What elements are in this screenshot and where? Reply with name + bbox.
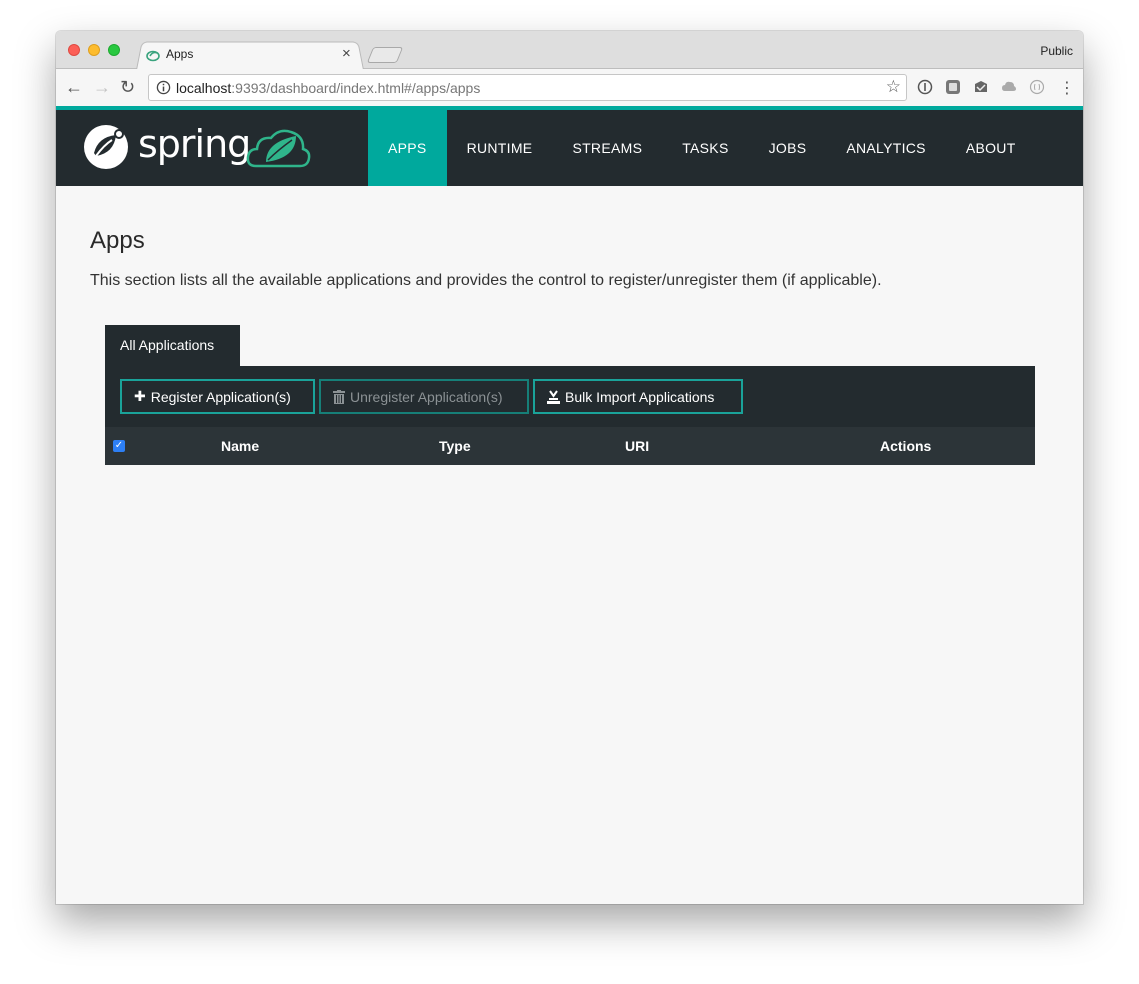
unregister-application-label: Unregister Application(s) — [350, 388, 503, 405]
new-tab-button[interactable] — [366, 47, 404, 63]
extension-pocket-icon[interactable] — [945, 79, 961, 95]
spring-logo[interactable]: spring — [82, 120, 322, 176]
minimize-window-button[interactable] — [88, 44, 100, 56]
bookmark-star-icon[interactable]: ☆ — [886, 77, 901, 97]
nav-item-analytics[interactable]: ANALYTICS — [826, 110, 945, 186]
info-icon[interactable] — [156, 80, 171, 95]
extension-cloud-icon[interactable] — [1001, 79, 1017, 95]
close-window-button[interactable] — [68, 44, 80, 56]
tab-close-icon[interactable]: × — [342, 45, 351, 62]
main-nav: APPS RUNTIME STREAMS TASKS JOBS ANALYTIC… — [368, 110, 1036, 186]
nav-item-runtime[interactable]: RUNTIME — [447, 110, 553, 186]
applications-table-header: ✓ Name Type URI Actions — [105, 427, 1035, 465]
bulk-import-label: Bulk Import Applications — [565, 388, 715, 405]
nav-item-about[interactable]: ABOUT — [946, 110, 1036, 186]
url-text[interactable]: localhost:9393/dashboard/index.html#/app… — [176, 80, 480, 96]
spring-favicon-icon — [146, 50, 160, 62]
column-header-type[interactable]: Type — [439, 438, 471, 454]
extension-mail-icon[interactable] — [973, 79, 989, 95]
import-icon — [547, 389, 560, 404]
browser-window: Apps × Public ← → ↻ localhost:9393/dashb… — [56, 31, 1083, 904]
unregister-application-button[interactable]: Unregister Application(s) — [319, 379, 529, 414]
nav-item-jobs[interactable]: JOBS — [749, 110, 827, 186]
nav-item-tasks[interactable]: TASKS — [662, 110, 748, 186]
register-application-label: Register Application(s) — [150, 388, 291, 405]
tab-strip: Apps × Public — [56, 31, 1083, 70]
page-description: This section lists all the available app… — [90, 272, 882, 289]
spring-cloud-leaf-icon — [246, 129, 311, 168]
extension-info-icon[interactable] — [917, 79, 933, 95]
browser-tab-content[interactable]: Apps × — [144, 40, 366, 70]
nav-item-streams[interactable]: STREAMS — [552, 110, 662, 186]
trash-icon — [333, 389, 345, 404]
browser-toolbar: ← → ↻ localhost:9393/dashboard/index.htm… — [56, 69, 1083, 106]
bulk-import-button[interactable]: Bulk Import Applications — [533, 379, 743, 414]
forward-arrow-icon[interactable]: → — [93, 77, 111, 98]
spring-power-icon — [84, 125, 128, 169]
brand-wordmark: spring — [138, 122, 251, 166]
column-header-actions: Actions — [880, 438, 932, 454]
plus-icon: ✚ — [134, 388, 146, 404]
column-header-name[interactable]: Name — [221, 438, 259, 454]
tab-all-applications[interactable]: All Applications — [105, 325, 240, 366]
app-navbar: spring APPS RUNTIME STREAMS TASKS JOBS A… — [56, 110, 1083, 186]
select-all-checkbox[interactable]: ✓ — [113, 440, 125, 452]
page-title: Apps — [90, 227, 145, 254]
url-host: localhost — [176, 80, 232, 96]
extension-circle-icon[interactable] — [1029, 79, 1045, 95]
reload-icon[interactable]: ↻ — [120, 77, 135, 98]
register-application-button[interactable]: ✚ Register Application(s) — [120, 379, 315, 414]
tab-title: Apps — [166, 47, 194, 61]
address-bar[interactable]: localhost:9393/dashboard/index.html#/app… — [148, 74, 907, 101]
back-arrow-icon[interactable]: ← — [65, 77, 83, 98]
url-path: :9393/dashboard/index.html#/apps/apps — [231, 80, 481, 96]
applications-panel: ✚ Register Application(s) Unregister App… — [105, 366, 1035, 465]
column-header-uri[interactable]: URI — [625, 438, 649, 454]
browser-menu-icon[interactable]: ⋮ — [1059, 78, 1075, 98]
nav-item-apps[interactable]: APPS — [368, 110, 447, 186]
zoom-window-button[interactable] — [108, 44, 120, 56]
profile-label[interactable]: Public — [1040, 44, 1073, 58]
